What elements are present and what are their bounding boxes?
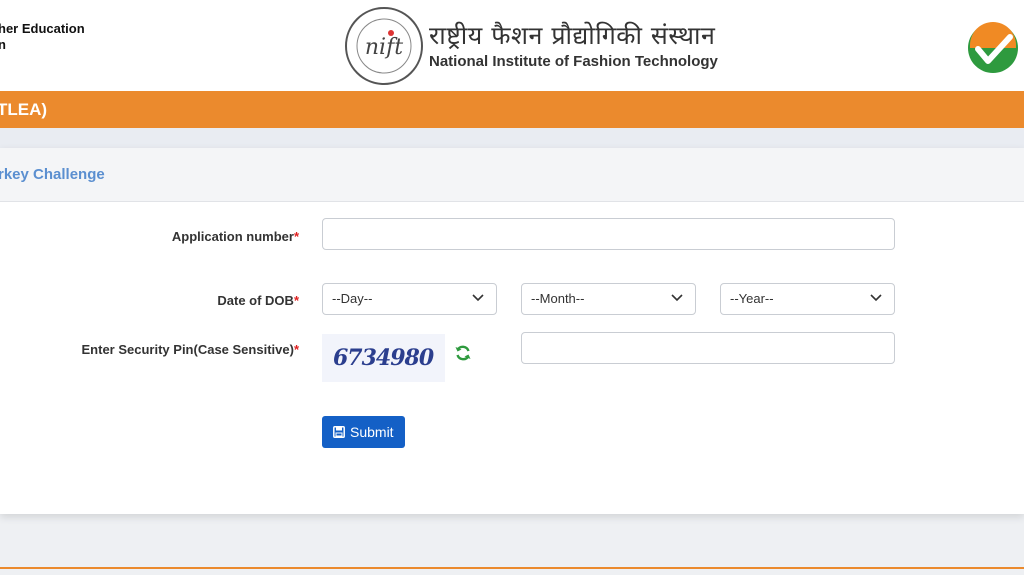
card-heading: rkey Challenge (0, 166, 105, 183)
application-number-label: Application number* (172, 229, 299, 244)
nift-logo: nift (344, 6, 424, 86)
answer-key-challenge-card: rkey Challenge Application number* Date … (0, 148, 1024, 514)
nta-check-icon (968, 22, 1018, 73)
institute-title-hindi: राष्ट्रीय फैशन प्रौद्योगिकी संस्थान (429, 21, 716, 50)
dob-year-select[interactable]: --Year-- (720, 283, 895, 315)
nift-logo-icon: nift (345, 7, 423, 85)
spacer-strip (0, 128, 1024, 148)
required-mark: * (293, 342, 299, 357)
submit-label: Submit (350, 424, 394, 440)
exam-title-banner: TLEA) (0, 91, 1024, 128)
captcha-text: 6734980 (333, 345, 434, 371)
ministry-line-2: n (0, 37, 6, 52)
institute-title-english: National Institute of Fashion Technology (429, 53, 718, 70)
security-pin-label-text: Enter Security Pin(Case Sensitive) (81, 342, 294, 357)
month-select-value: --Month-- (531, 291, 585, 306)
ministry-line-1: her Education (0, 21, 85, 36)
captcha-refresh-button[interactable] (454, 344, 472, 362)
required-mark: * (293, 293, 299, 308)
submit-button[interactable]: Submit (322, 416, 405, 448)
security-pin-input[interactable] (521, 332, 895, 364)
chevron-down-icon (671, 294, 683, 302)
nta-logo (966, 21, 1020, 75)
banner-text: TLEA) (0, 100, 48, 119)
dob-label: Date of DOB* (217, 293, 299, 308)
application-number-input[interactable] (322, 218, 895, 250)
ministry-text: her Education n (0, 21, 85, 53)
required-mark: * (293, 229, 299, 244)
chevron-down-icon (870, 294, 882, 302)
dob-month-select[interactable]: --Month-- (521, 283, 696, 315)
captcha-image: 6734980 (322, 334, 445, 382)
application-number-label-text: Application number (171, 229, 294, 244)
logo-wordmark: nift (365, 35, 403, 60)
refresh-icon (455, 345, 471, 361)
dob-day-select[interactable]: --Day-- (322, 283, 497, 315)
security-pin-label: Enter Security Pin(Case Sensitive)* (82, 342, 299, 357)
day-select-value: --Day-- (332, 291, 373, 306)
chevron-down-icon (472, 294, 484, 302)
site-header: her Education n nift राष्ट्रीय फैशन प्रौ… (0, 0, 1024, 91)
save-icon (333, 426, 345, 438)
card-header: rkey Challenge (0, 148, 1024, 202)
footer-divider (0, 567, 1024, 569)
year-select-value: --Year-- (730, 291, 774, 306)
dob-label-text: Date of DOB (217, 293, 294, 308)
